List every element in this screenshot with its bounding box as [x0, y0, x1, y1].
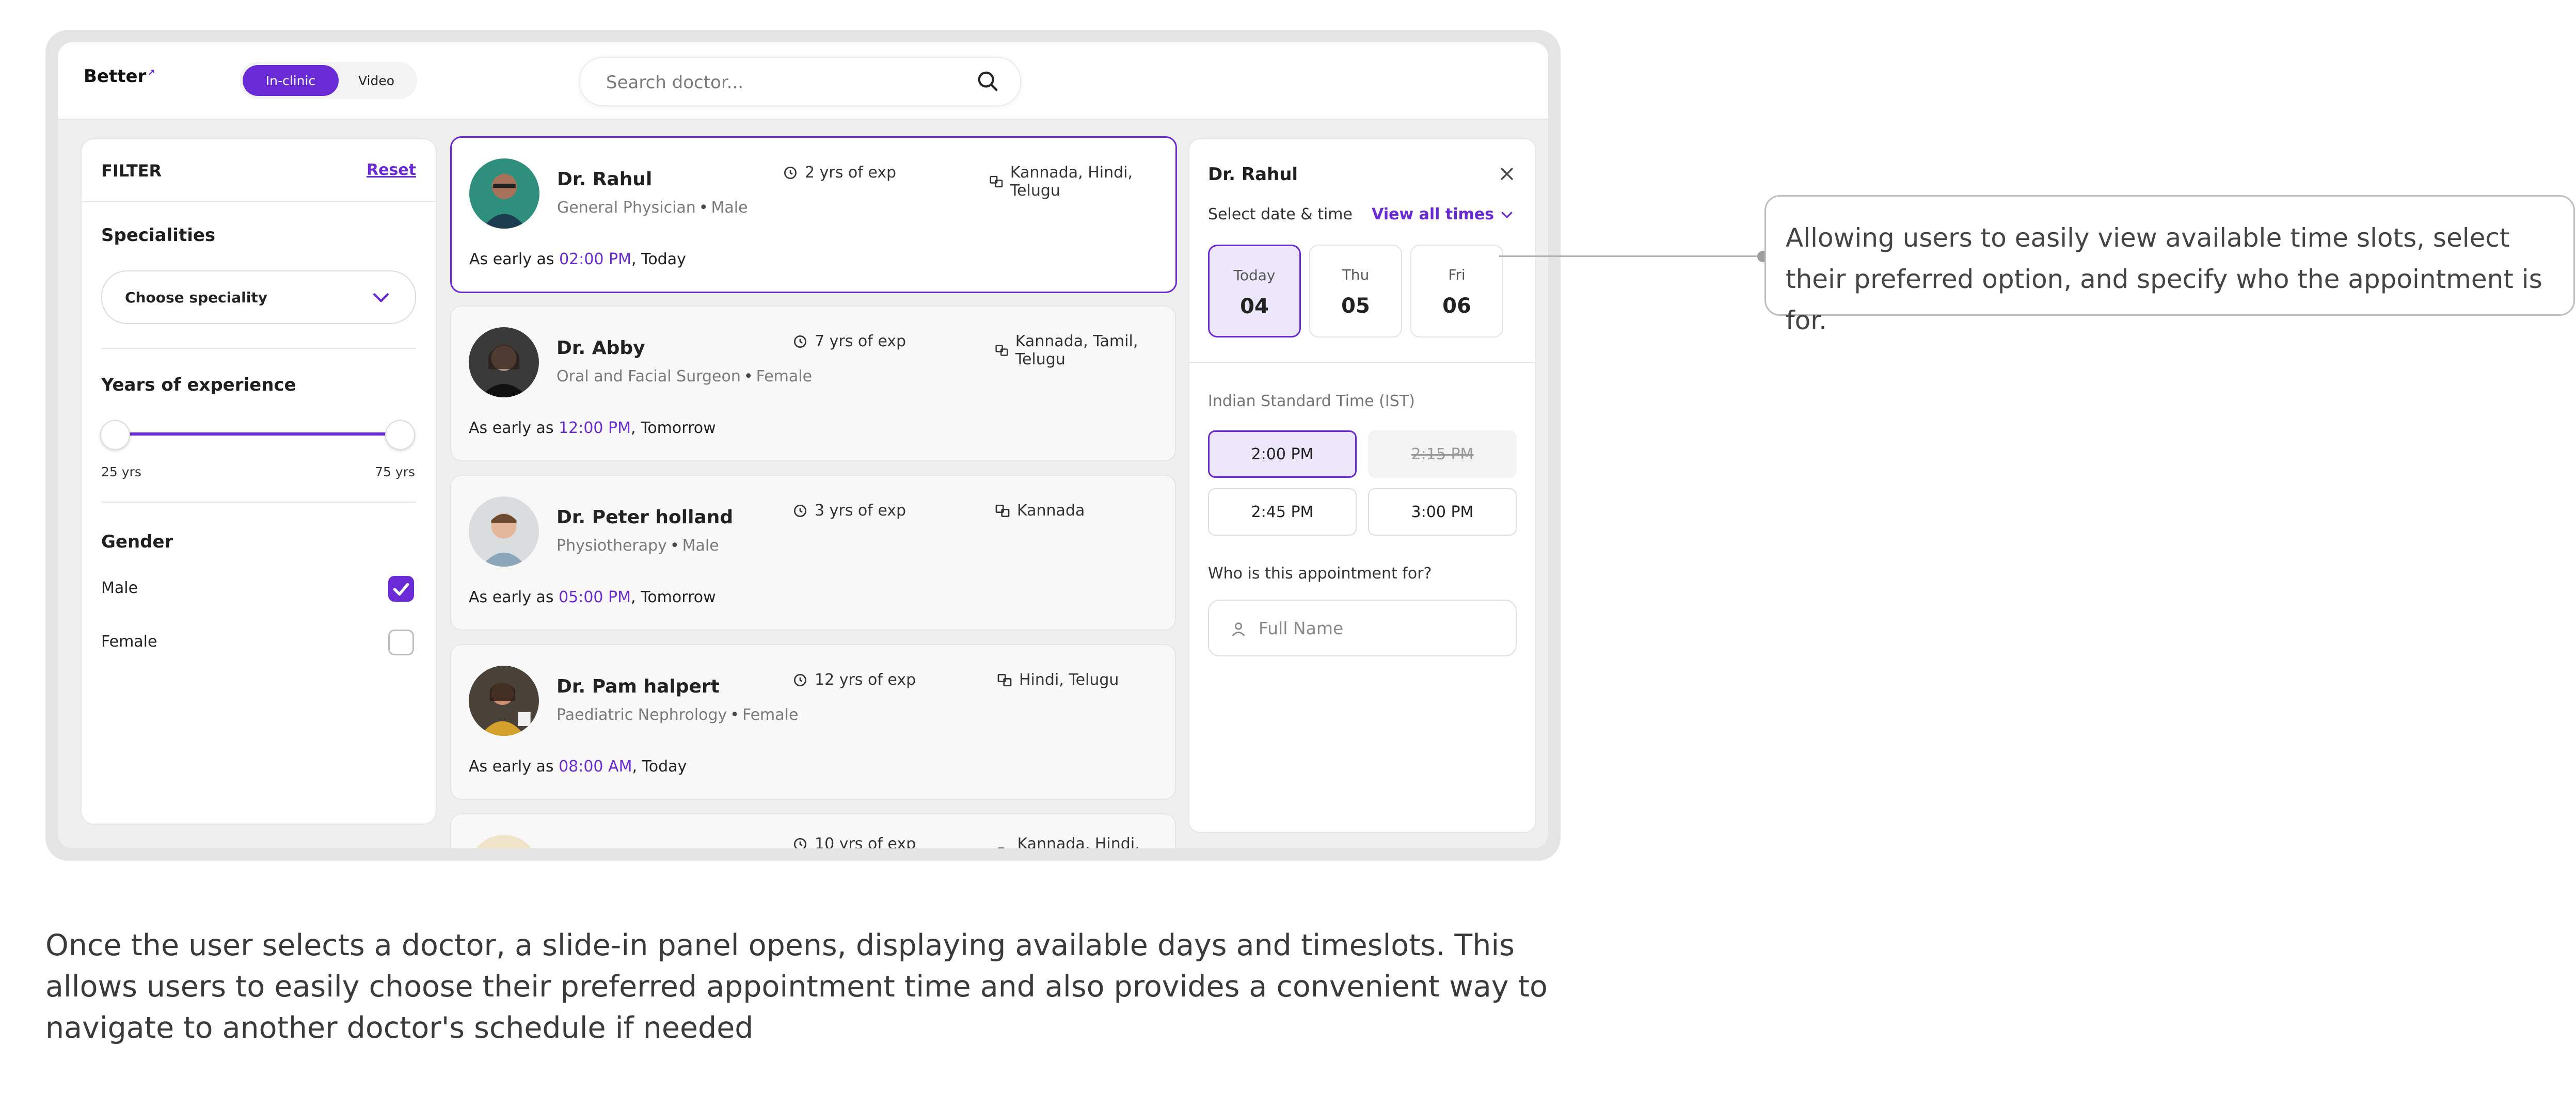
- time-slot[interactable]: 3:00 PM: [1368, 488, 1517, 536]
- clock-icon: [794, 335, 806, 348]
- doctor-name: Dr. Pam halpert: [556, 676, 720, 697]
- callout-connector: [1499, 255, 1764, 257]
- app-logo[interactable]: Better ↗: [84, 66, 155, 87]
- search-input[interactable]: Search doctor...: [579, 57, 1021, 106]
- panel-doctor-name: Dr. Rahul: [1208, 164, 1298, 185]
- specialities-title: Specialities: [101, 225, 216, 246]
- earliest-slot: As early as 08:00 AM, Today: [469, 758, 687, 776]
- divider: [1189, 362, 1535, 363]
- search-placeholder: Search doctor...: [606, 72, 744, 93]
- experience-max-handle[interactable]: [385, 420, 415, 450]
- doctor-name: Dr. Peter holland: [556, 507, 734, 528]
- doctor-languages: Kannada, Tamil, Telugu: [994, 332, 1175, 368]
- tab-video[interactable]: Video: [339, 65, 414, 96]
- app-screen: Better ↗ In-clinic Video Search doctor...…: [58, 42, 1548, 848]
- time-slot[interactable]: 2:45 PM: [1208, 488, 1357, 536]
- day-option[interactable]: Thu 05: [1309, 245, 1402, 337]
- doctor-card[interactable]: Dr. Abby Oral and Facial Surgeon • Female …: [450, 305, 1176, 461]
- annotation-callout: Allowing users to easily view available …: [1764, 195, 2575, 335]
- chevron-down-icon: [1501, 212, 1513, 218]
- divider: [101, 348, 416, 349]
- clock-icon: [794, 504, 806, 517]
- user-icon: [1232, 622, 1245, 636]
- experience-title: Years of experience: [101, 375, 296, 395]
- experience-max-label: 75 yrs: [375, 464, 415, 479]
- clock-icon: [794, 673, 806, 686]
- divider: [101, 502, 416, 503]
- divider: [82, 201, 436, 202]
- time-slot-unavailable: 2:15 PM: [1368, 430, 1517, 478]
- doctor-avatar: [469, 835, 539, 848]
- doctor-card[interactable]: Dr. Peter holland Physiotherapy • Male 3 y…: [450, 475, 1176, 631]
- select-date-label: Select date & time: [1208, 205, 1353, 223]
- gender-female-label: Female: [101, 633, 157, 651]
- gender-male-checkbox[interactable]: [388, 576, 414, 602]
- check-icon: [393, 583, 409, 596]
- doctor-experience: 10 yrs of exp: [792, 835, 916, 848]
- day-option[interactable]: Today 04: [1208, 245, 1301, 337]
- day-option[interactable]: Fri 06: [1410, 245, 1503, 337]
- gender-title: Gender: [101, 532, 173, 552]
- doctor-avatar: [469, 666, 539, 736]
- doctor-name: Dr. Rahul: [557, 169, 653, 190]
- gender-male-label: Male: [101, 579, 138, 597]
- doctor-card[interactable]: Dr. Rahul General Physician • Male 2 yrs o…: [450, 136, 1177, 293]
- search-icon[interactable]: [976, 69, 999, 93]
- doctor-experience: 3 yrs of exp: [792, 502, 906, 520]
- experience-min-handle[interactable]: [100, 420, 130, 450]
- chevron-down-icon: [373, 293, 389, 302]
- close-icon[interactable]: [1498, 165, 1516, 183]
- gender-female-checkbox[interactable]: [388, 630, 414, 655]
- earliest-slot: As early as 02:00 PM, Today: [469, 250, 686, 268]
- appointment-panel: Dr. Rahul Select date & time View all ti…: [1188, 138, 1536, 833]
- experience-min-label: 25 yrs: [101, 464, 141, 479]
- doctor-languages: Kannada, Hindi, Telugu: [989, 164, 1175, 200]
- timezone-label: Indian Standard Time (IST): [1208, 392, 1415, 410]
- earliest-slot: As early as 12:00 PM, Tomorrow: [469, 419, 716, 437]
- clock-icon: [794, 838, 806, 848]
- doctor-experience: 12 yrs of exp: [792, 671, 916, 689]
- mode-toggle: In-clinic Video: [240, 62, 417, 99]
- doctor-avatar: [469, 496, 539, 567]
- language-icon: [997, 673, 1012, 686]
- doctor-card[interactable]: Dr. Pam halpert Paediatric Nephrology • Fe…: [450, 644, 1176, 800]
- language-icon: [997, 847, 1005, 848]
- tab-in-clinic[interactable]: In-clinic: [243, 65, 339, 96]
- doctor-experience: 7 yrs of exp: [792, 332, 906, 350]
- annotation-text: Allowing users to easily view available …: [1786, 223, 2542, 335]
- doctor-specialty: General Physician • Male: [557, 199, 748, 217]
- caption-text: Once the user selects a doctor, a slide-…: [45, 928, 1548, 1045]
- doctor-specialty: Physiotherapy • Male: [556, 537, 719, 555]
- doctor-avatar: [469, 327, 539, 397]
- doctor-name: Dr. Abby: [556, 337, 645, 359]
- appointment-for-label: Who is this appointment for?: [1208, 565, 1432, 583]
- doctor-specialty: Paediatric Nephrology • Female: [556, 706, 799, 724]
- clock-icon: [784, 166, 797, 179]
- doctor-specialty: Oral and Facial Surgeon • Female: [556, 367, 813, 385]
- full-name-placeholder: Full Name: [1259, 618, 1344, 638]
- doctor-avatar: [469, 158, 539, 229]
- doctor-experience: 2 yrs of exp: [782, 164, 896, 182]
- filter-panel: FILTER Reset Specialities Choose special…: [81, 138, 437, 825]
- time-slot[interactable]: 2:00 PM: [1208, 430, 1357, 478]
- speciality-select-label: Choose speciality: [125, 289, 267, 306]
- language-icon: [995, 345, 1008, 356]
- doctor-card[interactable]: 10 yrs of exp Kannada, Hindi, Telugu: [450, 813, 1176, 848]
- logo-mark-icon: ↗: [147, 67, 155, 78]
- experience-slider-track[interactable]: [118, 432, 402, 436]
- earliest-slot: As early as 05:00 PM, Tomorrow: [469, 588, 716, 606]
- language-icon: [990, 175, 1003, 188]
- top-bar: Better ↗ In-clinic Video Search doctor...: [58, 42, 1548, 120]
- view-all-times-button[interactable]: View all times: [1372, 205, 1515, 223]
- doctor-languages: Hindi, Telugu: [996, 671, 1119, 689]
- reset-button[interactable]: Reset: [367, 161, 416, 179]
- doctor-languages: Kannada, Hindi, Telugu: [996, 835, 1175, 848]
- language-icon: [995, 504, 1010, 517]
- filter-title: FILTER: [101, 161, 162, 181]
- full-name-input[interactable]: Full Name: [1208, 600, 1517, 656]
- doctor-languages: Kannada: [994, 502, 1085, 520]
- speciality-select[interactable]: Choose speciality: [101, 270, 416, 324]
